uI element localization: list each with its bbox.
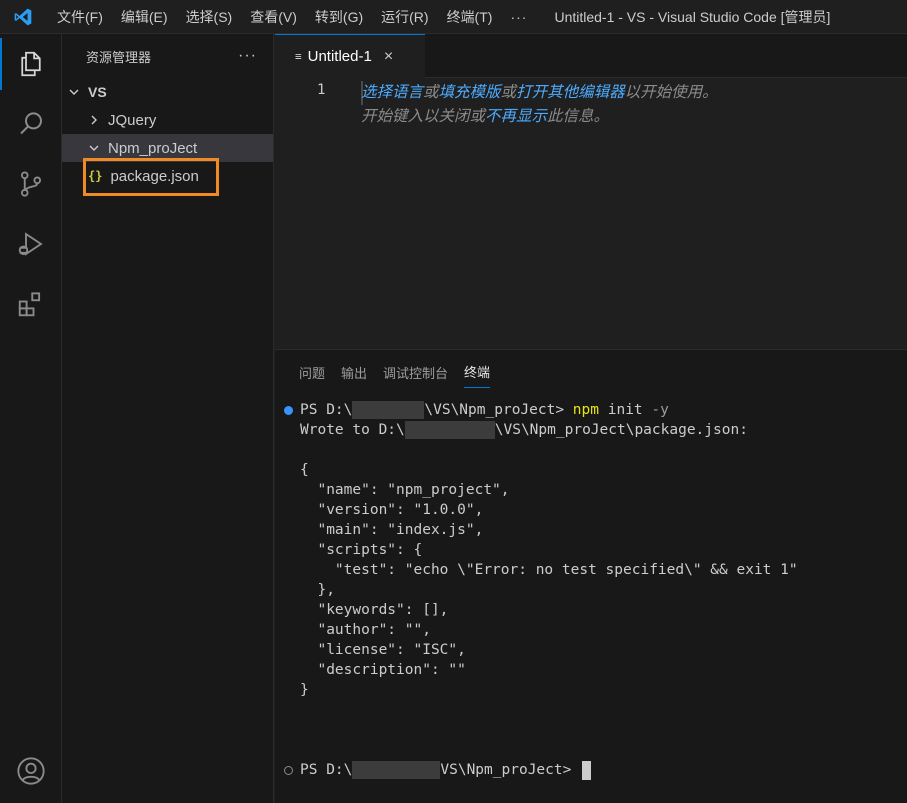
tab-untitled-1[interactable]: ≡ Untitled-1 ×: [275, 34, 425, 78]
terminal-args: init: [599, 402, 652, 418]
editor-hint: 选择语言或填充模版或打开其他编辑器以开始使用。 开始键入以关闭或不再显示此信息。: [361, 81, 718, 129]
terminal[interactable]: PS D:\ \VS\Npm_proJect> npm init -y Wrote…: [275, 400, 907, 803]
output-text: Wrote to D:\: [300, 422, 405, 438]
hint-text: 或: [423, 84, 439, 101]
select-language-link[interactable]: 选择语言: [361, 84, 423, 101]
json-line: }: [300, 682, 309, 698]
panel-tabs: 问题 输出 调试控制台 终端: [275, 350, 907, 394]
prompt-path: PS D:\: [300, 762, 353, 778]
json-line: "version": "1.0.0",: [300, 502, 484, 518]
tab-debug-console[interactable]: 调试控制台: [383, 357, 448, 388]
fill-template-link[interactable]: 填充模版: [439, 84, 501, 101]
text-file-icon: ≡: [295, 50, 302, 63]
hint-text: 或: [500, 84, 517, 101]
window-title: Untitled-1 - VS - Visual Studio Code [管理…: [554, 8, 831, 25]
json-line: "scripts": {: [300, 542, 423, 558]
menu-bar: 文件(F) 编辑(E) 选择(S) 查看(V) 转到(G) 运行(R) 终端(T…: [48, 0, 536, 34]
explorer-sidebar: 资源管理器 ··· VS JQuery Npm_proJect {} packa…: [62, 34, 274, 803]
activity-bar: [0, 34, 62, 803]
menu-run[interactable]: 运行(R): [372, 0, 437, 34]
close-icon[interactable]: ×: [384, 48, 393, 66]
chevron-right-icon: [86, 112, 102, 128]
bottom-panel: 问题 输出 调试控制台 终端 PS D:\ \VS\Npm_proJect> np…: [275, 349, 907, 803]
json-line: "name": "npm_project",: [300, 482, 510, 498]
open-other-editor-link[interactable]: 打开其他编辑器: [516, 84, 625, 101]
line-number: 1: [317, 82, 326, 98]
chevron-down-icon: [66, 84, 82, 100]
json-line: "test": "echo \"Error: no test specified…: [300, 562, 798, 578]
json-line: {: [300, 462, 309, 478]
terminal-flag: -y: [651, 402, 669, 418]
terminal-output-wrote: Wrote to D:\ \VS\Npm_proJect\package.json…: [300, 420, 748, 440]
redacted-path: [352, 761, 441, 779]
menu-terminal[interactable]: 终端(T): [438, 0, 502, 34]
tree-root-label: VS: [88, 84, 107, 100]
json-line: },: [300, 582, 335, 598]
hint-text: 以开始使用。: [624, 84, 718, 101]
tab-terminal[interactable]: 终端: [464, 356, 491, 388]
tab-output[interactable]: 输出: [341, 357, 367, 388]
json-line: "main": "index.js",: [300, 522, 484, 538]
redacted-path: [404, 421, 495, 439]
vscode-logo-icon: [8, 0, 38, 34]
terminal-prompt-1: PS D:\ \VS\Npm_proJect> npm init -y: [300, 400, 669, 420]
prompt-path: \VS\Npm_proJect>: [424, 402, 573, 418]
redacted-path: [352, 401, 425, 419]
terminal-command: npm: [572, 402, 599, 418]
menu-file[interactable]: 文件(F): [48, 0, 112, 34]
source-control-icon[interactable]: [0, 154, 62, 214]
editor-area: ≡ Untitled-1 × 1 选择语言或填充模版或打开其他编辑器以开始使用。…: [275, 34, 907, 349]
hint-text: 开始键入以关闭或: [361, 108, 486, 125]
file-highlight-box: [83, 158, 219, 196]
title-bar: 文件(F) 编辑(E) 选择(S) 查看(V) 转到(G) 运行(R) 终端(T…: [0, 0, 907, 34]
chevron-down-icon: [86, 140, 102, 156]
explorer-icon[interactable]: [0, 34, 62, 94]
menu-edit[interactable]: 编辑(E): [112, 0, 177, 34]
dont-show-again-link[interactable]: 不再显示: [485, 108, 547, 125]
prompt-path: VS\Npm_proJect>: [440, 762, 581, 778]
command-pending-icon[interactable]: [284, 766, 293, 775]
tree-root-folder[interactable]: VS: [62, 78, 273, 106]
terminal-cursor: [582, 760, 592, 780]
json-line: "keywords": [],: [300, 602, 449, 618]
menu-view[interactable]: 查看(V): [241, 0, 306, 34]
search-icon[interactable]: [0, 94, 62, 154]
editor-tabs: ≡ Untitled-1 ×: [275, 34, 907, 78]
menu-more-button[interactable]: ···: [501, 0, 536, 34]
terminal-prompt-2: PS D:\ VS\Npm_proJect>: [300, 760, 592, 780]
menu-go[interactable]: 转到(G): [306, 0, 372, 34]
hint-line-1: 选择语言或填充模版或打开其他编辑器以开始使用。: [361, 81, 718, 105]
tree-folder-jquery[interactable]: JQuery: [62, 106, 273, 134]
tab-label: Untitled-1: [307, 48, 372, 65]
sidebar-title: 资源管理器: [86, 49, 152, 65]
tab-problems[interactable]: 问题: [299, 357, 325, 388]
hint-text: 此信息。: [547, 108, 610, 125]
extensions-icon[interactable]: [0, 274, 62, 334]
json-line: "author": "",: [300, 622, 431, 638]
run-debug-icon[interactable]: [0, 214, 62, 274]
json-line: "license": "ISC",: [300, 642, 466, 658]
output-text: \VS\Npm_proJect\package.json:: [494, 422, 748, 438]
sidebar-more-button[interactable]: ···: [238, 47, 257, 65]
hint-line-2: 开始键入以关闭或不再显示此信息。: [361, 105, 718, 129]
tree-folder-label: Npm_proJect: [108, 139, 198, 157]
menu-selection[interactable]: 选择(S): [177, 0, 242, 34]
editor-body[interactable]: 1 选择语言或填充模版或打开其他编辑器以开始使用。 开始键入以关闭或不再显示此信…: [275, 78, 907, 348]
prompt-path: PS D:\: [300, 402, 353, 418]
sidebar-header: 资源管理器 ···: [62, 34, 273, 78]
command-success-icon[interactable]: [284, 406, 293, 415]
json-line: "description": "": [300, 662, 466, 678]
account-icon[interactable]: [0, 741, 62, 801]
tree-folder-label: JQuery: [108, 111, 157, 129]
